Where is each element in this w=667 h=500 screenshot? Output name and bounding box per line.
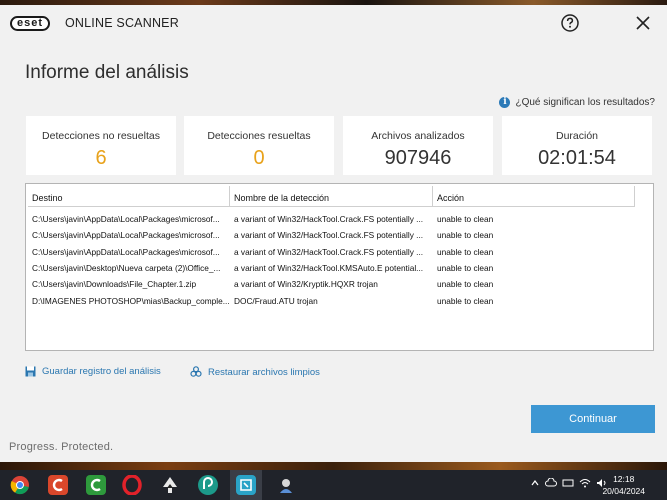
cell-action: unable to clean bbox=[437, 214, 494, 225]
cell-detection: DOC/Fraud.ATU trojan bbox=[234, 295, 318, 306]
clock-time: 12:18 bbox=[613, 474, 635, 484]
app-name: ONLINE SCANNER bbox=[65, 16, 179, 30]
results-help-link[interactable]: i ¿Qué significan los resultados? bbox=[499, 97, 655, 108]
column-header-action[interactable]: Acción bbox=[433, 186, 635, 207]
cell-detection: a variant of Win32/HackTool.KMSAuto.E po… bbox=[234, 263, 424, 274]
help-button[interactable] bbox=[560, 13, 580, 33]
edge-like-icon[interactable] bbox=[198, 475, 218, 495]
save-log-label: Guardar registro del análisis bbox=[42, 366, 161, 377]
info-icon: i bbox=[499, 97, 511, 108]
cell-action: unable to clean bbox=[437, 230, 494, 241]
stat-unresolved: Detecciones no resueltas 6 bbox=[26, 116, 176, 175]
stat-value: 0 bbox=[253, 147, 265, 169]
stat-value: 6 bbox=[95, 147, 107, 169]
opera-icon[interactable] bbox=[122, 475, 142, 495]
restore-files-link[interactable]: Restaurar archivos limpios bbox=[190, 366, 320, 378]
camtasia-glyph bbox=[90, 478, 101, 492]
save-log-icon bbox=[25, 366, 36, 377]
detections-table[interactable]: Destino Nombre de la detección Acción C:… bbox=[25, 183, 654, 351]
stat-label: Archivos analizados bbox=[371, 130, 465, 142]
wifi-icon[interactable] bbox=[579, 478, 591, 488]
table-row[interactable]: C:\Users\javin\AppData\Local\Packages\mi… bbox=[28, 244, 635, 260]
cell-detection: a variant of Win32/HackTool.Crack.FS pot… bbox=[234, 230, 424, 241]
close-icon bbox=[636, 16, 650, 30]
chrome-icon[interactable] bbox=[10, 475, 30, 495]
taskbar-clock[interactable]: 12:18 20/04/2024 bbox=[602, 473, 645, 497]
table-header: Destino Nombre de la detección Acción bbox=[28, 186, 635, 207]
cell-action: unable to clean bbox=[437, 295, 494, 306]
cell-detection: a variant of Win32/Kryptik.HQXR trojan bbox=[234, 279, 378, 290]
eset-glyph bbox=[240, 479, 252, 491]
question-icon bbox=[561, 14, 579, 32]
title-bar: eset ONLINE SCANNER bbox=[0, 5, 667, 41]
camtasia-icon[interactable] bbox=[86, 475, 106, 495]
stat-files-scanned: Archivos analizados 907946 bbox=[343, 116, 493, 175]
cell-action: unable to clean bbox=[437, 279, 494, 290]
app-icon[interactable] bbox=[276, 475, 296, 495]
table-body: C:\Users\javin\AppData\Local\Packages\mi… bbox=[28, 211, 635, 309]
stat-value: 907946 bbox=[384, 147, 452, 169]
cell-target: C:\Users\javin\Downloads\File_Chapter.1.… bbox=[32, 279, 197, 290]
eset-window: eset ONLINE SCANNER Informe del análisis… bbox=[0, 5, 667, 462]
biohazard-icon bbox=[190, 366, 202, 377]
system-tray bbox=[530, 478, 608, 488]
column-header-detection[interactable]: Nombre de la detección bbox=[230, 186, 433, 207]
stat-label: Detecciones no resueltas bbox=[42, 130, 160, 142]
eset-icon[interactable] bbox=[236, 475, 256, 495]
table-row[interactable]: D:\IMAGENES PHOTOSHOP\mias\Backup_comple… bbox=[28, 292, 635, 308]
cell-detection: a variant of Win32/HackTool.Crack.FS pot… bbox=[234, 214, 424, 225]
inkscape-icon[interactable] bbox=[160, 475, 180, 495]
taskbar: 12:18 20/04/2024 bbox=[0, 470, 667, 500]
restore-files-label: Restaurar archivos limpios bbox=[208, 366, 320, 378]
cell-detection: a variant of Win32/HackTool.Crack.FS pot… bbox=[234, 246, 424, 257]
cell-action: unable to clean bbox=[437, 246, 494, 257]
cloud-icon[interactable] bbox=[545, 478, 557, 488]
table-row[interactable]: C:\Users\javin\AppData\Local\Packages\mi… bbox=[28, 211, 635, 227]
eset-logo: eset bbox=[10, 16, 51, 31]
desktop-background-bottom bbox=[0, 462, 667, 470]
continue-button[interactable]: Continuar bbox=[531, 405, 655, 433]
cell-target: C:\Users\javin\Desktop\Nueva carpeta (2)… bbox=[32, 263, 221, 274]
cell-target: C:\Users\javin\AppData\Local\Packages\mi… bbox=[32, 230, 220, 241]
save-log-link[interactable]: Guardar registro del análisis bbox=[25, 366, 161, 377]
tagline: Progress. Protected. bbox=[9, 441, 114, 453]
table-row[interactable]: C:\Users\javin\Downloads\File_Chapter.1.… bbox=[28, 276, 635, 292]
chevron-up-icon[interactable] bbox=[530, 478, 540, 488]
keyboard-icon[interactable] bbox=[562, 478, 574, 488]
table-row[interactable]: C:\Users\javin\AppData\Local\Packages\mi… bbox=[28, 227, 635, 243]
stat-duration: Duración 02:01:54 bbox=[502, 116, 652, 175]
stat-resolved: Detecciones resueltas 0 bbox=[184, 116, 334, 175]
cell-target: D:\IMAGENES PHOTOSHOP\mias\Backup_comple… bbox=[32, 295, 230, 306]
stat-label: Detecciones resueltas bbox=[207, 130, 311, 142]
edge-like-glyph bbox=[203, 477, 214, 489]
clock-date: 20/04/2024 bbox=[602, 486, 645, 496]
cell-target: C:\Users\javin\AppData\Local\Packages\mi… bbox=[32, 214, 220, 225]
stat-value: 02:01:54 bbox=[538, 147, 616, 169]
stat-label: Duración bbox=[555, 130, 599, 142]
ccleaner-glyph bbox=[52, 478, 63, 492]
ccleaner-icon[interactable] bbox=[48, 475, 68, 495]
table-row[interactable]: C:\Users\javin\Desktop\Nueva carpeta (2)… bbox=[28, 260, 635, 276]
cell-action: unable to clean bbox=[437, 263, 494, 274]
column-header-target[interactable]: Destino bbox=[28, 186, 230, 207]
results-help-label: ¿Qué significan los resultados? bbox=[515, 97, 655, 108]
page-title: Informe del análisis bbox=[25, 62, 189, 83]
cell-target: C:\Users\javin\AppData\Local\Packages\mi… bbox=[32, 246, 220, 257]
close-button[interactable] bbox=[634, 14, 652, 32]
